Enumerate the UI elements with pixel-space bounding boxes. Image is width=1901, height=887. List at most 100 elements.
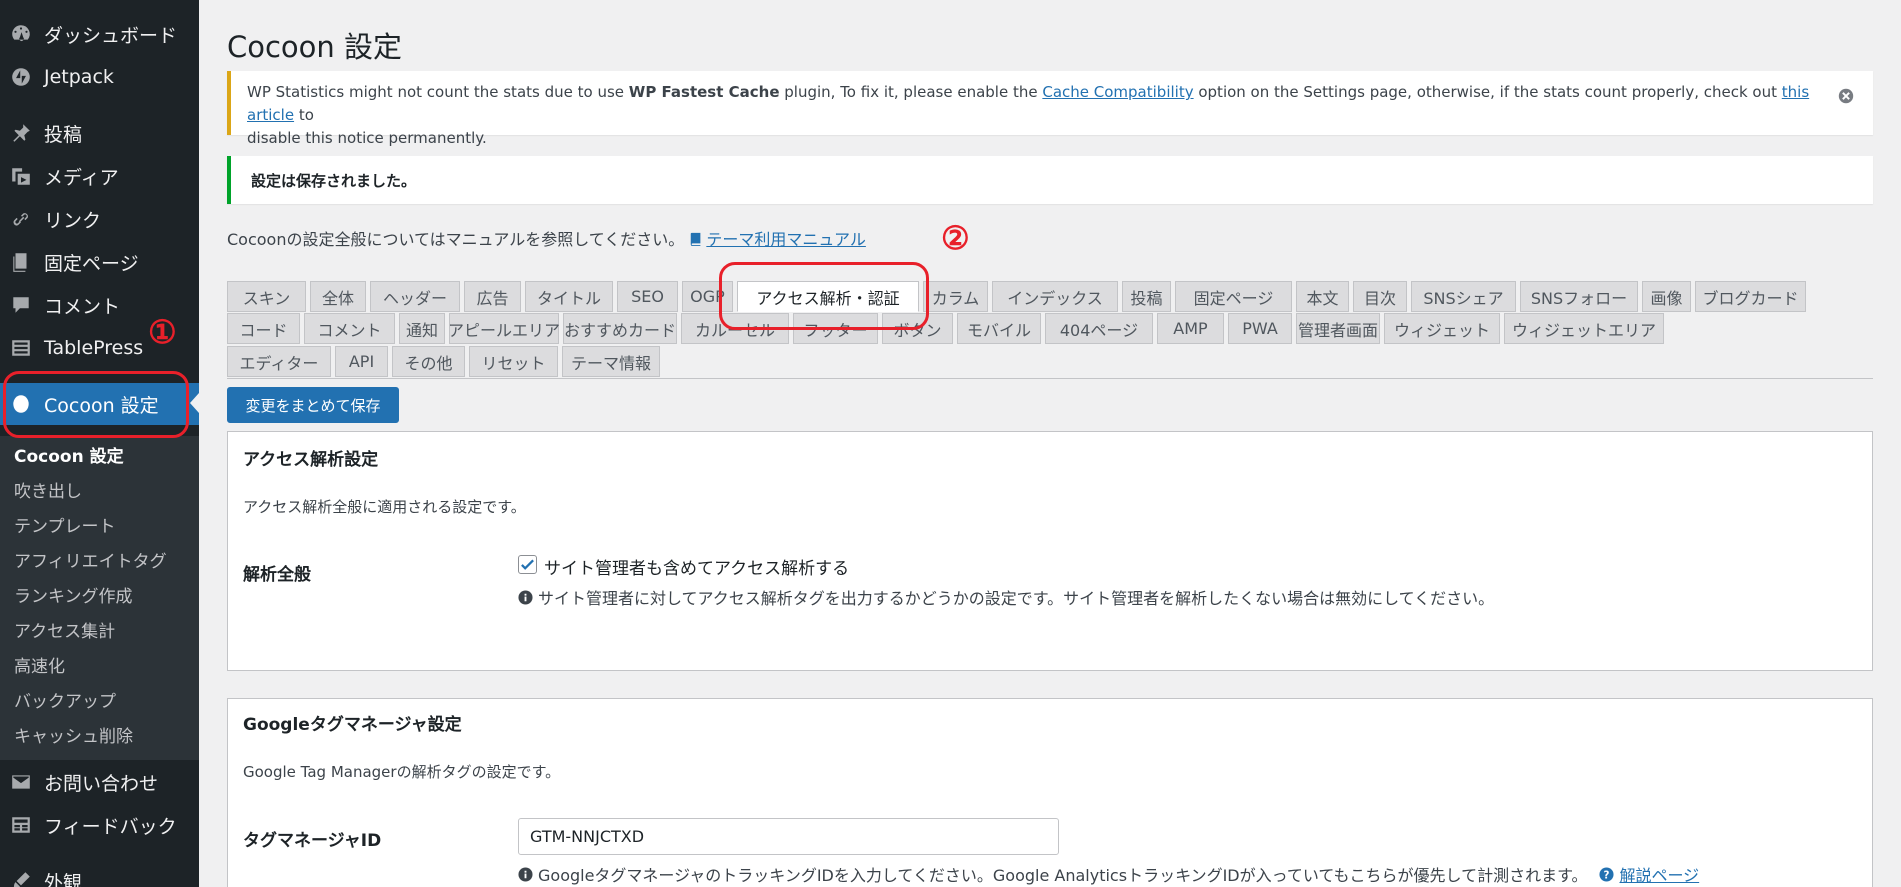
save-all-button[interactable]: 変更をまとめて保存 bbox=[227, 387, 399, 423]
sidebar-item-label: リンク bbox=[44, 209, 102, 232]
sidebar-item-pages[interactable]: 固定ページ bbox=[0, 241, 199, 283]
link-icon bbox=[10, 208, 32, 230]
tab-row1-4[interactable]: タイトル bbox=[525, 281, 613, 312]
appearance-icon bbox=[10, 870, 32, 887]
tab-row1-11[interactable]: 固定ページ bbox=[1175, 281, 1292, 312]
tab-row2-11[interactable]: PWA bbox=[1228, 313, 1292, 344]
submenu-backup[interactable]: バックアップ bbox=[14, 687, 116, 712]
cocoon-submenu: Cocoon 設定 吹き出し テンプレート アフィリエイトタグ ランキング作成 … bbox=[0, 436, 199, 760]
sidebar-item-contact[interactable]: お問い合わせ bbox=[0, 761, 199, 803]
tab-row2-10[interactable]: AMP bbox=[1157, 313, 1224, 344]
info-icon bbox=[518, 866, 533, 882]
tab-row1-3[interactable]: 広告 bbox=[464, 281, 521, 312]
include-admin-help: サイト管理者に対してアクセス解析タグを出力するかどうかの設定です。サイト管理者を… bbox=[518, 585, 1494, 609]
sidebar-item-dashboard[interactable]: ダッシュボード bbox=[0, 13, 199, 55]
submenu-affiliate-tag[interactable]: アフィリエイトタグ bbox=[14, 547, 167, 572]
notice-text: disable this notice permanently. bbox=[247, 129, 487, 147]
tab-row2-12[interactable]: 管理者画面 bbox=[1296, 313, 1380, 344]
explanation-page-link[interactable]: 解説ページ bbox=[1619, 862, 1699, 886]
tab-row3-4[interactable]: テーマ情報 bbox=[562, 346, 660, 377]
close-icon[interactable] bbox=[1837, 87, 1855, 105]
tab-row1-15[interactable]: SNSフォロー bbox=[1520, 281, 1638, 312]
info-icon bbox=[518, 589, 533, 605]
annotation-number-1: ① bbox=[148, 313, 177, 351]
tab-row3-1[interactable]: API bbox=[335, 346, 388, 377]
tab-row1-1[interactable]: 全体 bbox=[310, 281, 366, 312]
tab-row1-5[interactable]: SEO bbox=[617, 281, 678, 312]
tab-row1-10[interactable]: 投稿 bbox=[1122, 281, 1171, 312]
manual-link[interactable]: テーマ利用マニュアル bbox=[689, 230, 866, 249]
tab-row1-0[interactable]: スキン bbox=[227, 281, 306, 312]
sidebar-item-label: 固定ページ bbox=[44, 252, 139, 275]
tab-row1-13[interactable]: 目次 bbox=[1353, 281, 1407, 312]
help-icon: ? bbox=[1599, 866, 1614, 882]
help-text: サイト管理者に対してアクセス解析タグを出力するかどうかの設定です。サイト管理者を… bbox=[538, 589, 1495, 608]
panel-title: アクセス解析設定 bbox=[243, 450, 379, 470]
access-analytics-panel: アクセス解析設定 アクセス解析全般に適用される設定です。 解析全般 サイト管理者… bbox=[227, 431, 1873, 671]
submenu-cocoon-settings[interactable]: Cocoon 設定 bbox=[14, 442, 124, 467]
help-text: GoogleタグマネージャのトラッキングIDを入力してください。Google A… bbox=[538, 866, 1588, 885]
include-admin-checkbox[interactable] bbox=[518, 555, 537, 574]
pin-icon bbox=[10, 122, 32, 144]
submenu-access-stats[interactable]: アクセス集計 bbox=[14, 617, 115, 642]
submenu-clear-cache[interactable]: キャッシュ削除 bbox=[14, 722, 133, 747]
admin-sidebar: ダッシュボード Jetpack 投稿 メディア リンク 固定ページ コメント T… bbox=[0, 0, 199, 887]
tab-row1-9[interactable]: インデックス bbox=[992, 281, 1118, 312]
row-label-tag-manager-id: タグマネージャID bbox=[243, 831, 382, 851]
tag-manager-help: GoogleタグマネージャのトラッキングIDを入力してください。Google A… bbox=[518, 862, 1699, 886]
tab-row2-0[interactable]: コード bbox=[227, 313, 300, 344]
sidebar-item-media[interactable]: メディア bbox=[0, 155, 199, 197]
table-icon bbox=[10, 337, 32, 359]
tab-row2-2[interactable]: 通知 bbox=[399, 313, 445, 344]
tab-row2-1[interactable]: コメント bbox=[304, 313, 395, 344]
manual-text: Cocoonの設定全般についてはマニュアルを参照してください。 bbox=[227, 230, 685, 249]
tab-row1-14[interactable]: SNSシェア bbox=[1411, 281, 1516, 312]
tab-row2-4[interactable]: おすすめカード bbox=[563, 313, 677, 344]
sidebar-item-links[interactable]: リンク bbox=[0, 198, 199, 240]
panel-description: Google Tag Managerの解析タグの設定です。 bbox=[243, 763, 561, 781]
tab-row1-8[interactable]: カラム bbox=[923, 281, 988, 312]
tab-row2-8[interactable]: モバイル bbox=[957, 313, 1041, 344]
page-title: Cocoon 設定 bbox=[227, 30, 403, 64]
tab-row3-0[interactable]: エディター bbox=[227, 346, 331, 377]
submenu-ranking[interactable]: ランキング作成 bbox=[14, 582, 133, 607]
page-icon bbox=[10, 251, 32, 273]
tag-manager-id-input[interactable] bbox=[518, 818, 1059, 855]
submenu-speech-balloon[interactable]: 吹き出し bbox=[14, 477, 82, 502]
cache-compatibility-link[interactable]: Cache Compatibility bbox=[1042, 83, 1193, 101]
submenu-speed-up[interactable]: 高速化 bbox=[14, 652, 65, 677]
notice-text: WP Statistics might not count the stats … bbox=[247, 83, 629, 101]
notice-text: plugin, To fix it, please enable the bbox=[779, 83, 1043, 101]
tab-row1-17[interactable]: ブログカード bbox=[1695, 281, 1806, 312]
tab-row1-12[interactable]: 本文 bbox=[1296, 281, 1349, 312]
manual-link-label: テーマ利用マニュアル bbox=[706, 230, 866, 249]
sidebar-item-label: Jetpack bbox=[44, 66, 114, 88]
sidebar-item-label: TablePress bbox=[44, 337, 144, 359]
sidebar-item-feedback[interactable]: フィードバック bbox=[0, 804, 199, 846]
sidebar-item-jetpack[interactable]: Jetpack bbox=[0, 56, 199, 98]
notice-text: option on the Settings page, otherwise, … bbox=[1193, 83, 1782, 101]
include-admin-label[interactable]: サイト管理者も含めてアクセス解析する bbox=[544, 554, 849, 579]
tab-row2-9[interactable]: 404ページ bbox=[1045, 313, 1153, 344]
tab-row2-3[interactable]: アピールエリア bbox=[448, 313, 560, 344]
tab-row2-13[interactable]: ウィジェット bbox=[1384, 313, 1500, 344]
sidebar-item-posts[interactable]: 投稿 bbox=[0, 112, 199, 154]
tab-row1-2[interactable]: ヘッダー bbox=[370, 281, 460, 312]
sidebar-item-label: メディア bbox=[44, 166, 119, 189]
submenu-template[interactable]: テンプレート bbox=[14, 512, 116, 537]
sidebar-item-label: 外観 bbox=[44, 871, 83, 887]
dashboard-icon bbox=[10, 23, 32, 45]
tab-row3-2[interactable]: その他 bbox=[392, 346, 465, 377]
book-icon bbox=[691, 232, 701, 246]
tab-row3-3[interactable]: リセット bbox=[469, 346, 558, 377]
wp-statistics-notice: WP Statistics might not count the stats … bbox=[227, 71, 1873, 147]
tabs-divider bbox=[227, 378, 1873, 379]
saved-message: 設定は保存されました。 bbox=[251, 172, 417, 190]
tab-row1-16[interactable]: 画像 bbox=[1642, 281, 1691, 312]
manual-line: Cocoonの設定全般についてはマニュアルを参照してください。 テーマ利用マニュ… bbox=[227, 226, 866, 250]
mail-icon bbox=[10, 771, 32, 793]
feedback-icon bbox=[10, 814, 32, 836]
sidebar-item-appearance[interactable]: 外観 bbox=[0, 860, 199, 887]
google-tag-manager-panel: Googleタグマネージャ設定 Google Tag Managerの解析タグの… bbox=[227, 698, 1873, 887]
tab-row2-14[interactable]: ウィジェットエリア bbox=[1504, 313, 1664, 344]
